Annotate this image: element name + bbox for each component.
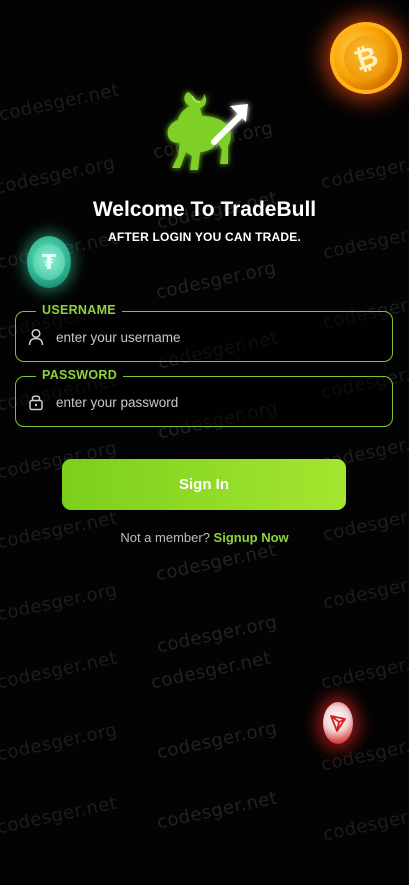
watermark: codesger.org xyxy=(0,152,118,199)
watermark: codesger.org xyxy=(155,717,280,764)
watermark: codesger.net xyxy=(319,647,409,694)
password-input[interactable] xyxy=(54,389,378,415)
watermark: codesger.org xyxy=(321,567,409,614)
watermark: codesger.org xyxy=(0,719,120,766)
password-label: PASSWORD xyxy=(36,368,124,382)
page-title: Welcome To TradeBull xyxy=(92,198,317,221)
username-label: USERNAME xyxy=(36,303,122,317)
sign-in-button[interactable]: Sign In xyxy=(62,459,346,510)
watermark: codesger.net xyxy=(0,647,120,694)
lock-icon xyxy=(28,393,44,411)
password-field: PASSWORD xyxy=(15,368,393,427)
login-screen: codesger.net codesger.org codesger.org c… xyxy=(0,0,409,885)
signup-prompt-text: Not a member? xyxy=(120,530,210,545)
page-subtitle: AFTER LOGIN YOU CAN TRADE. xyxy=(108,230,301,244)
tradebull-logo-icon xyxy=(158,86,254,176)
watermark: codesger.org xyxy=(154,257,279,304)
signup-prompt: Not a member? Signup Now xyxy=(0,530,409,545)
username-input[interactable] xyxy=(54,324,378,350)
username-field: USERNAME xyxy=(15,303,393,362)
watermark: codesger.net xyxy=(154,539,279,586)
user-icon xyxy=(28,328,44,346)
watermark: codesger.net xyxy=(321,799,409,846)
signup-link[interactable]: Signup Now xyxy=(214,530,289,545)
watermark: codesger.net xyxy=(0,792,120,839)
tron-coin-icon xyxy=(323,702,353,744)
watermark: codesger.org xyxy=(319,147,409,194)
watermark: codesger.net xyxy=(155,787,280,834)
watermark: codesger.org xyxy=(0,579,120,626)
watermark: codesger.net xyxy=(0,79,122,126)
bitcoin-coin-icon: ₿ xyxy=(320,12,409,104)
